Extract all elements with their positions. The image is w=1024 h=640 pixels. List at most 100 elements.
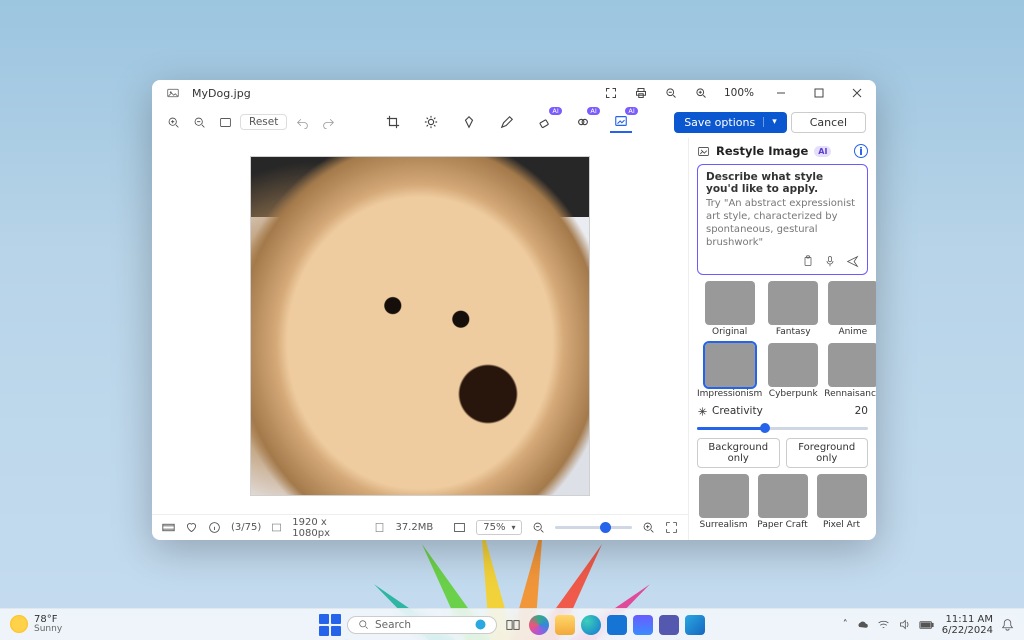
close-button[interactable]	[842, 80, 872, 106]
style-tile-impressionism[interactable]: Impressionism	[697, 343, 762, 399]
minimize-button[interactable]	[766, 80, 796, 106]
chevron-down-icon: ▾	[511, 523, 515, 532]
fullscreen-icon[interactable]	[665, 521, 678, 534]
creativity-label: Creativity	[712, 405, 763, 417]
save-options-button[interactable]: Save options ▾	[674, 112, 787, 133]
background-only-button[interactable]: Background only	[697, 438, 780, 468]
image-dimensions: 1920 x 1080px	[292, 517, 364, 539]
style-tile-pixelart[interactable]: Pixel Art	[815, 474, 868, 530]
sun-icon	[10, 615, 28, 633]
style-tile-anime[interactable]: Anime	[824, 281, 876, 337]
zoom-slider[interactable]	[555, 526, 632, 529]
edited-image	[250, 156, 590, 496]
tray-clock[interactable]: 11:11 AM 6/22/2024	[942, 614, 993, 636]
erase-ai-icon[interactable]	[534, 111, 556, 133]
creativity-slider[interactable]	[697, 427, 868, 430]
weather-condition: Sunny	[34, 625, 62, 635]
style-tile-rennaisance[interactable]: Rennaisance	[824, 343, 876, 399]
search-placeholder: Search	[375, 619, 411, 631]
tray-notifications-icon[interactable]	[1001, 618, 1014, 631]
filter-icon[interactable]	[458, 111, 480, 133]
reset-button[interactable]: Reset	[240, 114, 287, 130]
ai-badge: AI	[814, 146, 831, 157]
app-icon	[162, 82, 184, 104]
tray-time: 11:11 AM	[942, 614, 993, 625]
panel-title: Restyle Image	[716, 144, 808, 158]
titlebar: MyDog.jpg 100%	[152, 80, 876, 106]
zoom-in-icon[interactable]	[690, 82, 712, 104]
tray-onedrive-icon[interactable]	[856, 618, 869, 631]
fit-screen-icon[interactable]	[214, 111, 236, 133]
chevron-down-icon: ▾	[763, 117, 777, 127]
editor-toolbar: Reset Save options ▾ Cancel	[152, 106, 876, 138]
panel-info-icon[interactable]: i	[854, 144, 868, 158]
start-button[interactable]	[319, 614, 341, 636]
crop-icon[interactable]	[382, 111, 404, 133]
tray-wifi-icon[interactable]	[877, 618, 890, 631]
cancel-button[interactable]: Cancel	[791, 112, 866, 133]
app-icon-generic[interactable]	[633, 615, 653, 635]
microphone-icon[interactable]	[824, 255, 836, 268]
filmstrip-icon[interactable]	[162, 521, 175, 534]
zoom-out-icon[interactable]	[532, 521, 545, 534]
tray-volume-icon[interactable]	[898, 618, 911, 631]
background-ai-icon[interactable]	[572, 111, 594, 133]
style-tile-fantasy[interactable]: Fantasy	[768, 281, 818, 337]
maximize-button[interactable]	[804, 80, 834, 106]
store-icon[interactable]	[607, 615, 627, 635]
info-icon[interactable]	[208, 521, 221, 534]
style-tile-surrealism[interactable]: Surrealism	[697, 474, 750, 530]
expand-icon[interactable]	[600, 82, 622, 104]
adjust-icon[interactable]	[420, 111, 442, 133]
restyle-ai-icon[interactable]	[610, 111, 632, 133]
clipboard-icon[interactable]	[802, 255, 814, 268]
filename: MyDog.jpg	[192, 87, 251, 100]
task-view-icon[interactable]	[503, 615, 523, 635]
status-bar: (3/75) 1920 x 1080px 37.2MB 75% ▾	[152, 514, 688, 540]
print-icon[interactable]	[630, 82, 652, 104]
zoom-percent: 100%	[720, 87, 758, 99]
prompt-hint: Try "An abstract expressionist art style…	[706, 197, 859, 249]
fit-icon[interactable]	[453, 521, 466, 534]
style-presets-grid: Original Fantasy Anime Impressionism Cyb…	[697, 281, 868, 399]
dimensions-icon	[271, 522, 282, 533]
photos-app-icon[interactable]	[685, 615, 705, 635]
style-presets-grid-2: Surrealism Paper Craft Pixel Art	[697, 474, 868, 530]
style-tile-papercraft[interactable]: Paper Craft	[756, 474, 809, 530]
redo-icon[interactable]	[317, 111, 339, 133]
zoom-out-icon[interactable]	[660, 82, 682, 104]
sparkle-icon	[697, 406, 708, 417]
prompt-headline: Describe what style you'd like to apply.	[706, 171, 859, 195]
search-highlight-icon	[475, 619, 486, 630]
weather-widget[interactable]: 78°F Sunny	[10, 614, 62, 635]
undo-icon[interactable]	[291, 111, 313, 133]
taskbar-search[interactable]: Search	[347, 616, 497, 634]
explorer-icon[interactable]	[555, 615, 575, 635]
image-filesize: 37.2MB	[395, 522, 433, 533]
restyle-panel: Restyle Image AI i Describe what style y…	[688, 138, 876, 540]
image-canvas[interactable]	[152, 138, 688, 514]
style-tile-original[interactable]: Original	[697, 281, 762, 337]
edge-icon[interactable]	[581, 615, 601, 635]
save-options-label: Save options	[684, 116, 755, 129]
photos-app-window: MyDog.jpg 100% Reset Save options ▾	[152, 80, 876, 540]
search-icon	[358, 619, 369, 630]
style-prompt-box[interactable]: Describe what style you'd like to apply.…	[697, 164, 868, 275]
zoom-out-tool-icon[interactable]	[188, 111, 210, 133]
foreground-only-button[interactable]: Foreground only	[786, 438, 869, 468]
zoom-in-tool-icon[interactable]	[162, 111, 184, 133]
style-tile-cyberpunk[interactable]: Cyberpunk	[768, 343, 818, 399]
copilot-icon[interactable]	[529, 615, 549, 635]
taskbar: 78°F Sunny Search ˄ 11:11 AM 6/22/2024	[0, 608, 1024, 640]
zoom-in-icon[interactable]	[642, 521, 655, 534]
zoom-select[interactable]: 75% ▾	[476, 520, 522, 535]
tray-battery-icon[interactable]	[919, 619, 934, 631]
send-icon[interactable]	[846, 255, 859, 268]
restyle-header-icon	[697, 145, 710, 158]
image-counter: (3/75)	[231, 522, 261, 533]
teams-icon[interactable]	[659, 615, 679, 635]
filesize-icon	[374, 522, 385, 533]
tray-chevron-icon[interactable]: ˄	[843, 619, 848, 630]
favorite-icon[interactable]	[185, 521, 198, 534]
markup-icon[interactable]	[496, 111, 518, 133]
